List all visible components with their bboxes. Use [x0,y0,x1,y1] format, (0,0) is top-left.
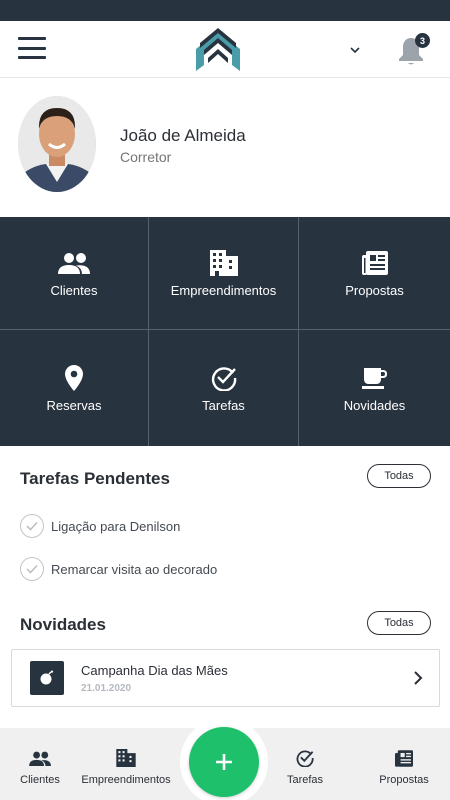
user-role: Corretor [120,149,172,165]
tasks-view-all-button[interactable]: Todas [367,464,431,488]
profile-card: João de Almeida Corretor [0,78,450,217]
nav-label: Propostas [379,774,429,786]
chevron-down-icon[interactable] [346,43,364,57]
tile-propostas[interactable]: Propostas [299,217,450,330]
people-icon [58,249,90,277]
user-name: João de Almeida [120,126,246,145]
add-button[interactable] [189,727,259,797]
newspaper-icon [393,748,415,768]
plus-icon [216,754,232,770]
coffee-icon [359,364,391,392]
news-card[interactable]: Campanha Dia das Mães 21.01.2020 [11,649,440,707]
check-circle-icon [294,748,316,768]
nav-label: Empreendimentos [81,774,171,786]
newspaper-icon [359,249,391,277]
notifications-button[interactable]: 3 [396,33,432,67]
hamburger-menu-icon[interactable] [16,35,48,61]
bomb-icon [30,661,64,695]
tile-reservas[interactable]: Reservas [0,330,149,446]
tasks-section-title: Tarefas Pendentes [20,469,170,488]
tile-clientes[interactable]: Clientes [0,217,149,330]
app-header: 3 [0,21,450,78]
status-bar [0,0,450,21]
nav-label: Tarefas [286,774,324,786]
building-icon [208,249,240,277]
nav-item-propostas[interactable]: Propostas [374,728,434,800]
people-icon [29,748,51,768]
task-item[interactable]: Remarcar visita ao decorado [20,556,217,582]
nav-item-clientes[interactable]: Clientes [14,728,66,800]
building-icon [115,748,137,768]
nav-item-empreendimentos[interactable]: Empreendimentos [80,728,172,800]
news-date: 21.01.2020 [81,683,132,694]
tile-novidades[interactable]: Novidades [299,330,450,446]
task-item[interactable]: Ligação para Denilson [20,513,180,539]
tile-label: Novidades [343,397,406,413]
avatar [18,96,96,192]
task-text: Ligação para Denilson [51,518,181,534]
main-menu-grid: Clientes Empreendimentos Propostas Reser… [0,217,450,446]
tile-empreendimentos[interactable]: Empreendimentos [149,217,299,330]
checkmark-icon[interactable] [20,557,44,581]
chevron-right-icon [414,671,423,685]
nav-label: Clientes [20,774,60,786]
tile-label: Propostas [345,282,404,298]
tile-label: Tarefas [202,397,245,413]
check-circle-icon [208,364,240,392]
nav-item-tarefas[interactable]: Tarefas [282,728,328,800]
checkmark-icon[interactable] [20,514,44,538]
task-text: Remarcar visita ao decorado [51,561,218,577]
tile-label: Empreendimentos [170,282,277,298]
news-view-all-button[interactable]: Todas [367,611,431,635]
tile-label: Clientes [50,282,98,298]
notification-badge: 3 [415,33,430,48]
location-pin-icon [58,364,90,392]
tile-tarefas[interactable]: Tarefas [149,330,299,446]
tile-label: Reservas [46,397,102,413]
news-title: Campanha Dia das Mães [81,663,228,678]
company-logo [196,28,240,71]
news-section-title: Novidades [20,615,106,634]
